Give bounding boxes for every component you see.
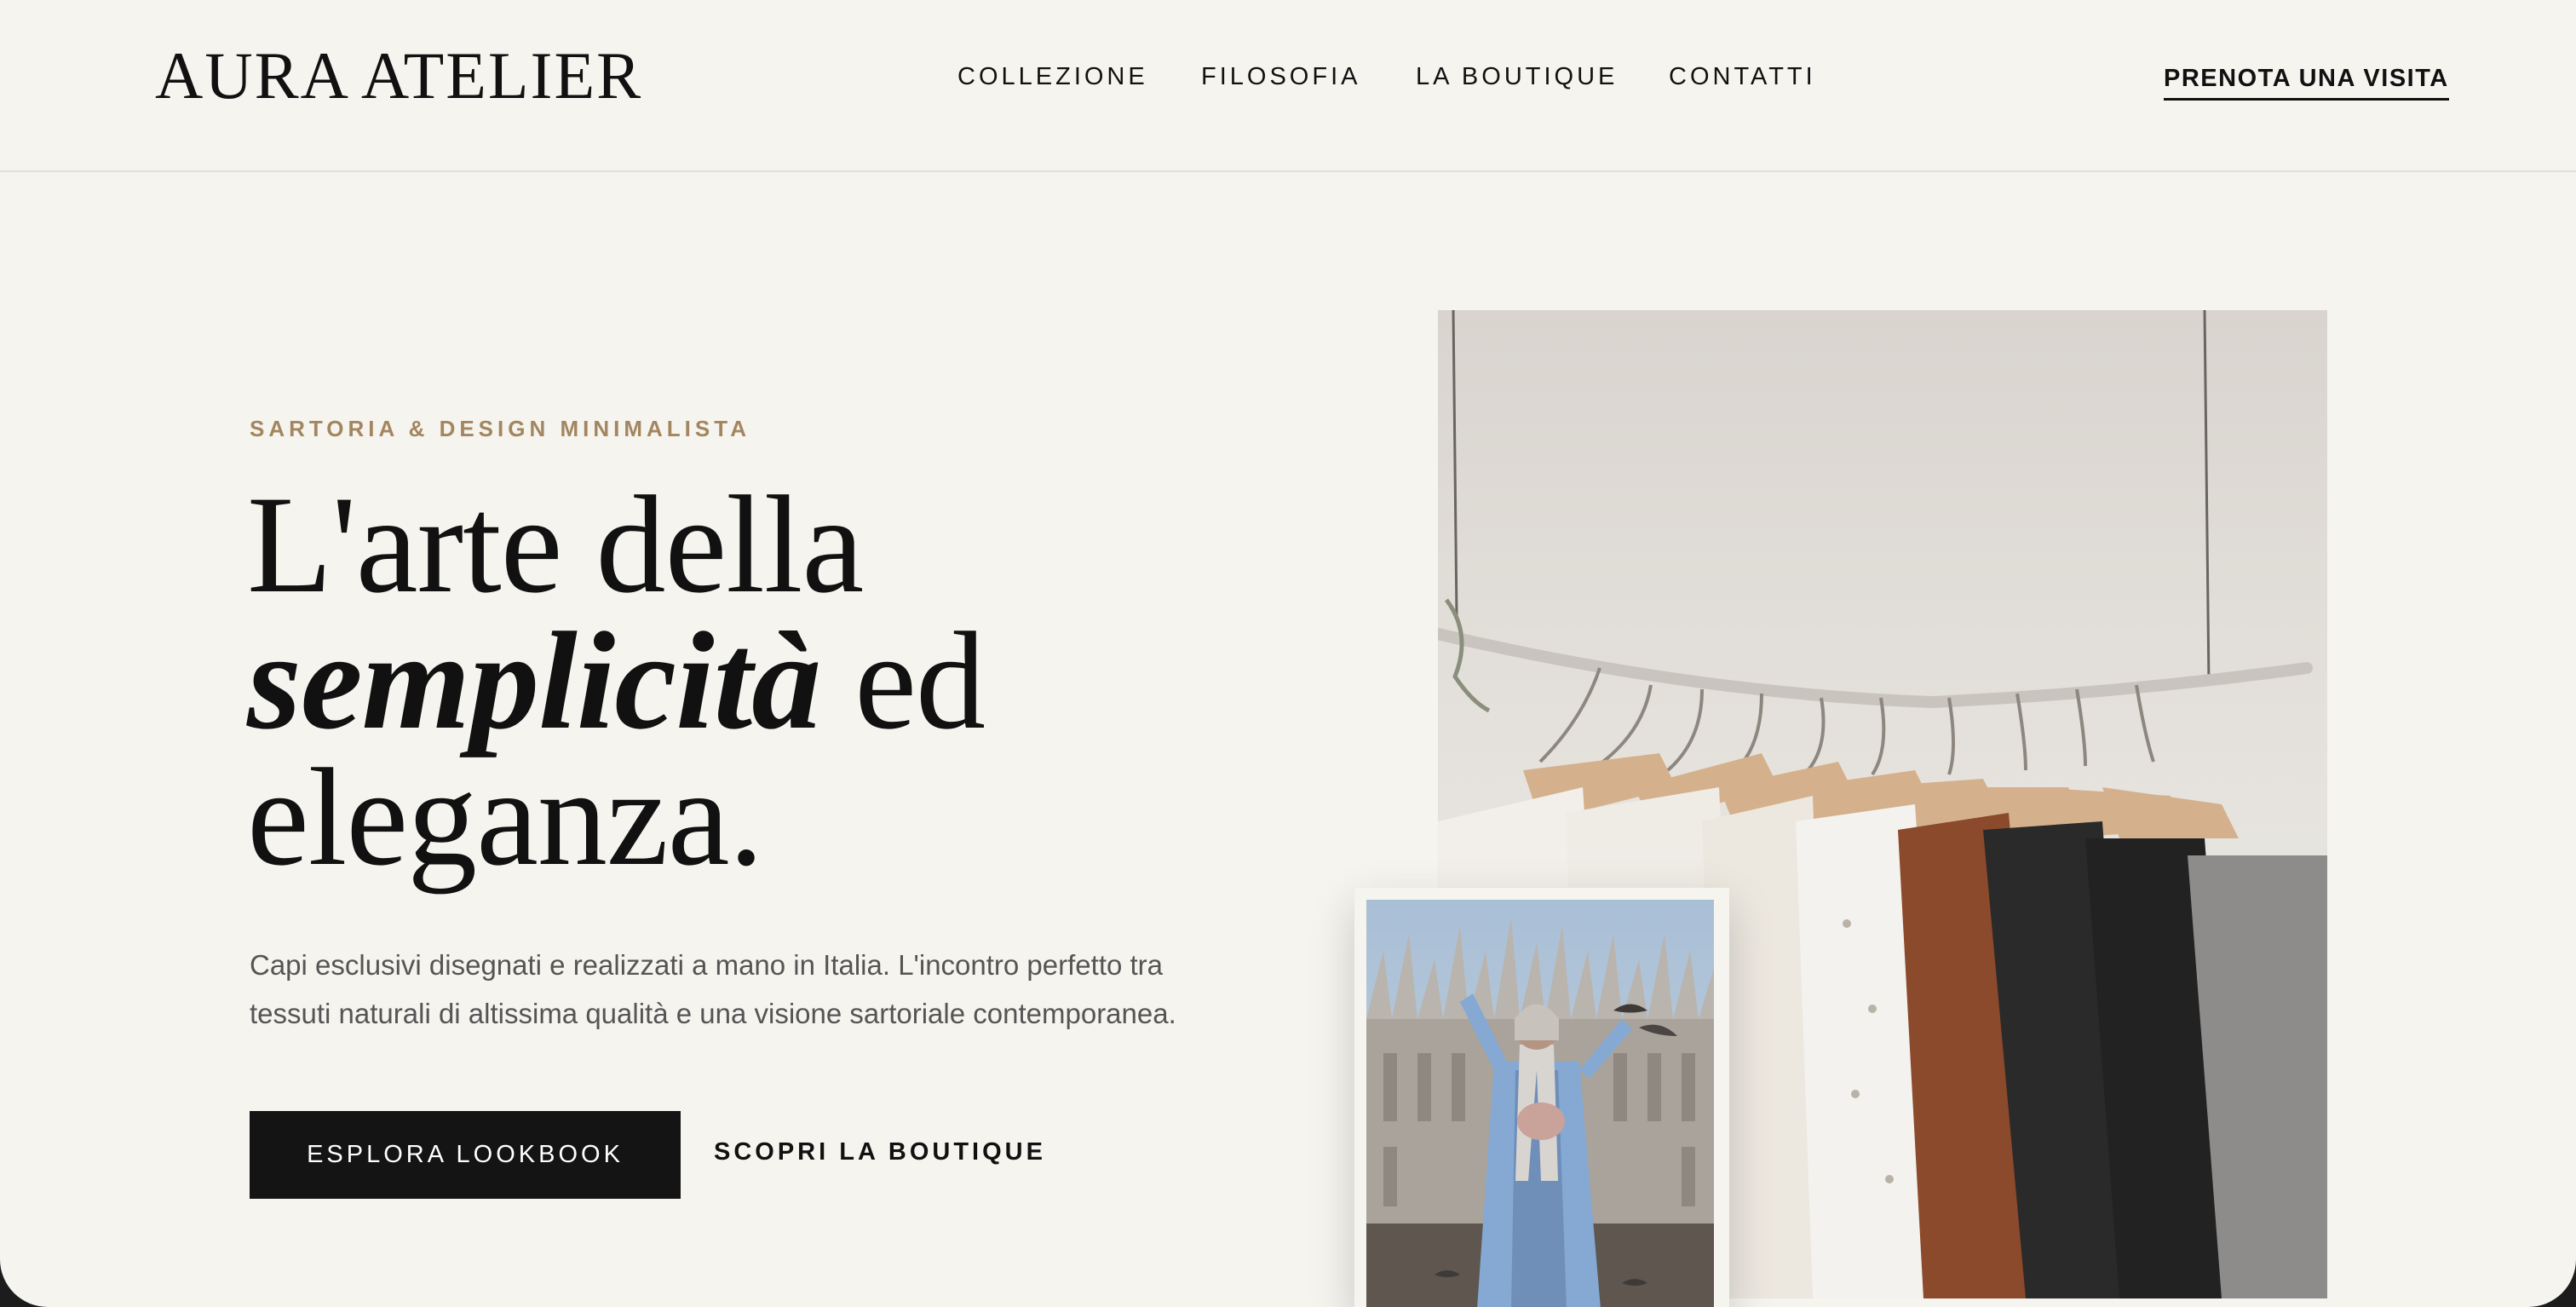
headline-line-1: L'arte della xyxy=(247,468,864,622)
headline-italic-word: semplicità xyxy=(247,604,821,758)
headline-line-3: eleganza. xyxy=(247,740,764,895)
site-header: AURA ATELIER COLLEZIONE FILOSOFIA LA BOU… xyxy=(0,0,2576,172)
hero-headline: L'arte della semplicità ed eleganza. xyxy=(247,475,1354,888)
explore-lookbook-button[interactable]: ESPLORA LOOKBOOK xyxy=(250,1111,681,1199)
hero-eyebrow: SARTORIA & DESIGN MINIMALISTA xyxy=(250,416,750,441)
headline-line-2-rest: ed xyxy=(820,604,986,758)
book-visit-link[interactable]: PRENOTA UNA VISITA xyxy=(2164,65,2449,101)
inset-photo-frame xyxy=(1354,888,1729,1307)
duomo-street-style-photo xyxy=(1366,900,1714,1307)
nav-item-filosofia[interactable]: FILOSOFIA xyxy=(1201,63,1360,91)
nav-item-la-boutique[interactable]: LA BOUTIQUE xyxy=(1416,63,1618,91)
page: AURA ATELIER COLLEZIONE FILOSOFIA LA BOU… xyxy=(0,0,2576,1307)
nav-item-contatti[interactable]: CONTATTI xyxy=(1669,63,1816,91)
nav-item-collezione[interactable]: COLLEZIONE xyxy=(957,63,1148,91)
discover-boutique-link[interactable]: SCOPRI LA BOUTIQUE xyxy=(714,1138,1046,1166)
hero-description: Capi esclusivi disegnati e realizzati a … xyxy=(250,949,1176,1029)
